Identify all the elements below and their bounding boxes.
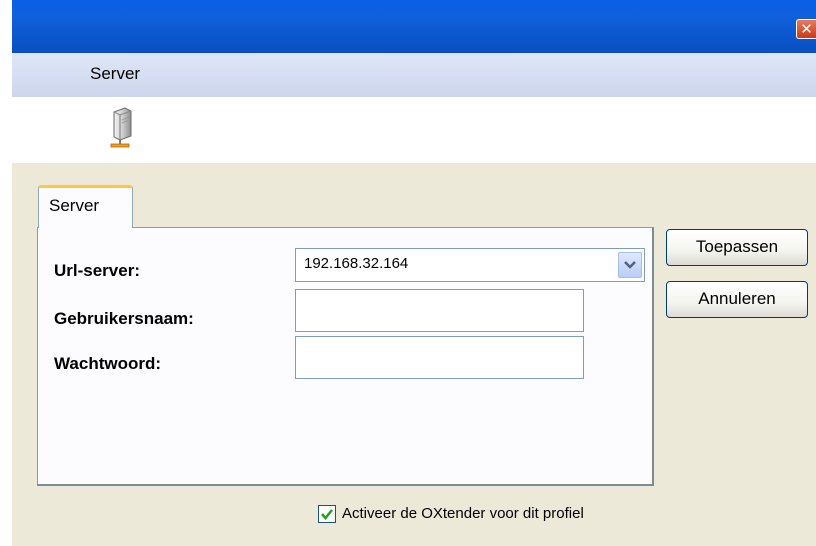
apply-button[interactable]: Toepassen xyxy=(666,229,808,266)
server-icon xyxy=(110,107,132,148)
cancel-button[interactable]: Annuleren xyxy=(666,281,808,318)
title-bar[interactable]: ✕ xyxy=(12,0,816,53)
icon-band xyxy=(12,97,816,163)
tab-server-label: Server xyxy=(49,196,100,215)
tab-panel-server: Url-server: 192.168.32.164 Gebruikersnaa… xyxy=(37,227,654,486)
dialog-header: Server xyxy=(12,53,816,97)
password-label: Wachtwoord: xyxy=(54,354,162,373)
chevron-down-icon[interactable] xyxy=(618,252,642,278)
header-title: Server xyxy=(90,64,141,83)
password-field[interactable] xyxy=(295,336,584,379)
url-server-value: 192.168.32.164 xyxy=(304,255,409,272)
tab-server[interactable]: Server xyxy=(38,185,133,228)
url-server-combobox[interactable]: 192.168.32.164 xyxy=(295,248,645,282)
dialog-body: Server Url-server: 192.168.32.164 Gebrui… xyxy=(12,163,816,546)
activate-oxtender-label[interactable]: Activeer de OXtender voor dit profiel xyxy=(342,505,584,522)
url-server-label: Url-server: xyxy=(54,261,140,280)
username-field[interactable] xyxy=(295,289,584,332)
activate-oxtender-checkbox[interactable] xyxy=(318,505,336,523)
window-left-edge xyxy=(0,0,12,546)
check-icon xyxy=(321,509,333,520)
close-icon[interactable]: ✕ xyxy=(796,19,816,39)
username-label: Gebruikersnaam: xyxy=(54,309,194,328)
